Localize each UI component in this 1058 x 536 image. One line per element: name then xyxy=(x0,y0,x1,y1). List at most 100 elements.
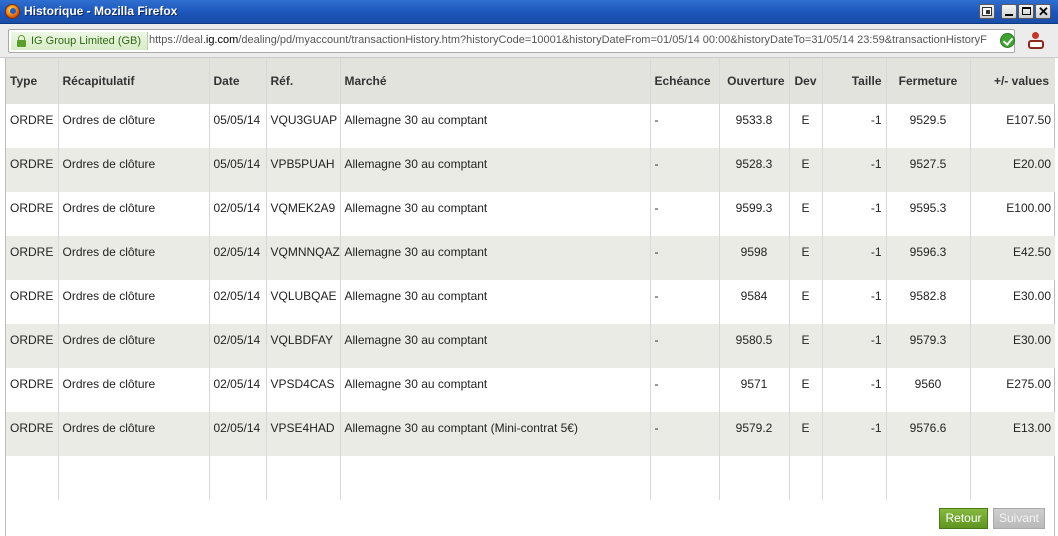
column-header-marche: Marché xyxy=(340,58,651,104)
url-field[interactable]: IG Group Limited (GB) https://deal.ig.co… xyxy=(8,29,1015,53)
window-restore-icon[interactable] xyxy=(979,4,995,19)
maximize-button[interactable] xyxy=(1018,4,1034,19)
column-header-values: +/- values xyxy=(993,74,1049,88)
cell-fermeture: 9582.8 xyxy=(886,280,971,324)
verified-check-icon[interactable] xyxy=(1000,33,1015,48)
retour-button[interactable]: Retour xyxy=(939,508,988,529)
cell-type: ORDRE xyxy=(6,368,59,412)
cell-dev: E xyxy=(789,368,823,412)
navigation-bar: IG Group Limited (GB) https://deal.ig.co… xyxy=(0,24,1058,58)
table-row[interactable]: ORDRE Ordres de clôture 02/05/14 VQLBDFAY Al… xyxy=(6,324,1055,368)
empty-cell xyxy=(58,456,210,500)
cell-values: E275.00 xyxy=(1006,377,1051,391)
cell-fermeture: 9529.5 xyxy=(886,104,971,148)
cell-marche: Allemagne 30 au comptant xyxy=(340,368,651,412)
table-row[interactable]: ORDRE Ordres de clôture 02/05/14 VPSE4HAD Al… xyxy=(6,412,1055,456)
cell-marche: Allemagne 30 au comptant xyxy=(340,192,651,236)
cell-dev: E xyxy=(789,236,823,280)
table-row[interactable]: ORDRE Ordres de clôture 05/05/14 VPB5PUAH Al… xyxy=(6,148,1055,192)
table-header-row: Type Récapitulatif Date Réf. Marché Echéance O… xyxy=(6,58,1055,104)
cell-ref: VQMEK2A9 xyxy=(266,192,341,236)
cell-dev: E xyxy=(789,192,823,236)
cell-type: ORDRE xyxy=(6,324,59,368)
cell-ouverture: 9533.8 xyxy=(719,104,790,148)
cell-date: 02/05/14 xyxy=(209,368,267,412)
empty-cell xyxy=(789,456,823,500)
url-text[interactable]: https://deal.ig.com/dealing/pd/myaccount… xyxy=(149,34,995,46)
column-header-type: Type xyxy=(6,58,59,104)
table-row[interactable]: ORDRE Ordres de clôture 02/05/14 VQLUBQAE Al… xyxy=(6,280,1055,324)
window-titlebar: Historique - Mozilla Firefox ✕ xyxy=(0,0,1058,24)
cell-echeance: - xyxy=(650,104,720,148)
cell-type: ORDRE xyxy=(6,280,59,324)
cell-recapitulatif: Ordres de clôture xyxy=(58,104,210,148)
cell-values: E30.00 xyxy=(1012,333,1051,347)
cell-echeance: - xyxy=(650,368,720,412)
cell-ouverture: 9598 xyxy=(719,236,790,280)
suivant-button[interactable]: Suivant xyxy=(993,508,1045,529)
user-account-icon[interactable] xyxy=(1027,32,1045,50)
cell-fermeture: 9560 xyxy=(886,368,971,412)
empty-cell xyxy=(209,456,267,500)
cell-dev: E xyxy=(789,324,823,368)
cell-recapitulatif: Ordres de clôture xyxy=(58,280,210,324)
cell-type: ORDRE xyxy=(6,412,59,456)
cell-recapitulatif: Ordres de clôture xyxy=(58,192,210,236)
firefox-icon xyxy=(5,4,20,19)
cell-fermeture: 9595.3 xyxy=(886,192,971,236)
cell-values: E100.00 xyxy=(1006,201,1051,215)
column-header-dev: Dev xyxy=(789,58,823,104)
cell-dev: E xyxy=(789,280,823,324)
cell-ouverture: 9528.3 xyxy=(719,148,790,192)
cell-date: 02/05/14 xyxy=(209,236,267,280)
cell-taille: -1 xyxy=(822,324,887,368)
cell-recapitulatif: Ordres de clôture xyxy=(58,148,210,192)
cell-recapitulatif: Ordres de clôture xyxy=(58,412,210,456)
cell-ref: VPSD4CAS xyxy=(266,368,341,412)
cell-echeance: - xyxy=(650,236,720,280)
cell-date: 02/05/14 xyxy=(209,280,267,324)
empty-cell xyxy=(822,456,887,500)
cell-ouverture: 9584 xyxy=(719,280,790,324)
cell-marche: Allemagne 30 au comptant xyxy=(340,280,651,324)
column-header-fermeture: Fermeture xyxy=(886,58,971,104)
close-button[interactable]: ✕ xyxy=(1035,4,1051,19)
cell-type: ORDRE xyxy=(6,148,59,192)
cell-ref: VQMNNQAZ xyxy=(266,236,341,280)
cell-values: E42.50 xyxy=(1012,245,1051,259)
cell-echeance: - xyxy=(650,324,720,368)
table-row[interactable]: ORDRE Ordres de clôture 05/05/14 VQU3GUAP Al… xyxy=(6,104,1055,148)
cell-marche: Allemagne 30 au comptant xyxy=(340,104,651,148)
cell-marche: Allemagne 30 au comptant xyxy=(340,324,651,368)
table-row[interactable]: ORDRE Ordres de clôture 02/05/14 VQMEK2A9 Al… xyxy=(6,192,1055,236)
table-row[interactable]: ORDRE Ordres de clôture 02/05/14 VQMNNQAZ Al… xyxy=(6,236,1055,280)
column-header-ouverture: Ouverture xyxy=(719,58,790,104)
history-content: Type Récapitulatif Date Réf. Marché Echéance O… xyxy=(5,58,1055,536)
cell-dev: E xyxy=(789,104,823,148)
cell-taille: -1 xyxy=(822,236,887,280)
cell-ouverture: 9599.3 xyxy=(719,192,790,236)
minimize-button[interactable] xyxy=(1001,4,1017,19)
cell-marche: Allemagne 30 au comptant (Mini-contrat 5… xyxy=(340,412,651,456)
site-identity-button[interactable]: IG Group Limited (GB) xyxy=(11,32,149,50)
cell-date: 02/05/14 xyxy=(209,192,267,236)
empty-cell xyxy=(886,456,971,500)
url-prefix: https://deal. xyxy=(149,34,206,46)
cell-echeance: - xyxy=(650,412,720,456)
cell-echeance: - xyxy=(650,280,720,324)
cell-fermeture: 9596.3 xyxy=(886,236,971,280)
cell-echeance: - xyxy=(650,148,720,192)
cell-date: 05/05/14 xyxy=(209,104,267,148)
cell-marche: Allemagne 30 au comptant xyxy=(340,148,651,192)
empty-cell xyxy=(6,456,59,500)
column-header-echeance: Echéance xyxy=(650,58,720,104)
cell-values: E13.00 xyxy=(1012,421,1051,435)
cell-recapitulatif: Ordres de clôture xyxy=(58,324,210,368)
url-host: ig.com xyxy=(205,34,239,46)
cell-taille: -1 xyxy=(822,148,887,192)
empty-cell xyxy=(719,456,790,500)
cell-values: E20.00 xyxy=(1012,157,1051,171)
url-path: /dealing/pd/myaccount/transactionHistory… xyxy=(238,34,987,46)
table-row[interactable]: ORDRE Ordres de clôture 02/05/14 VPSD4CAS Al… xyxy=(6,368,1055,412)
cell-type: ORDRE xyxy=(6,192,59,236)
